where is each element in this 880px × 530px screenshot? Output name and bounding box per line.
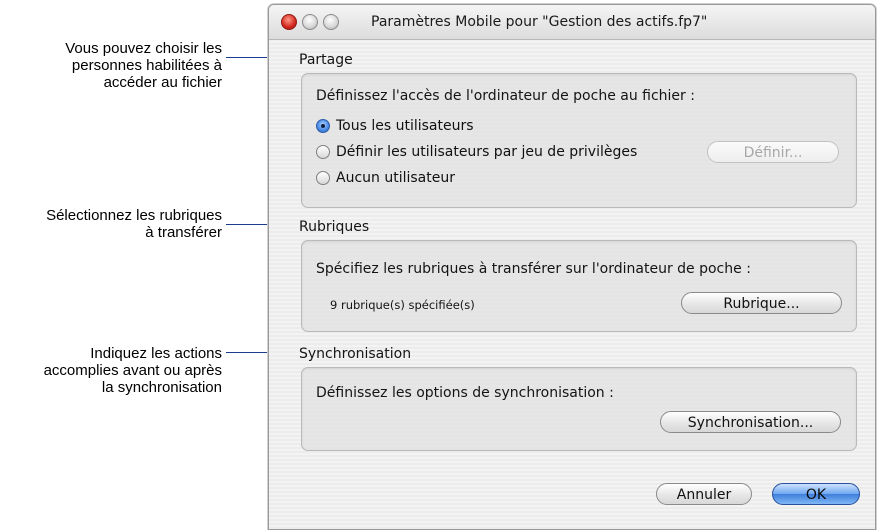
sharing-prompt: Définissez l'accès de l'ordinateur de po… xyxy=(316,88,695,104)
fields-count: 9 rubrique(s) spécifiée(s) xyxy=(330,298,475,312)
callout-line-text: Indiquez les actions xyxy=(90,345,222,362)
radio-button[interactable] xyxy=(316,171,330,185)
window-title: Paramètres Mobile pour "Gestion des acti… xyxy=(371,14,708,30)
radio-label: Définir les utilisateurs par jeu de priv… xyxy=(336,144,638,160)
sync-groupbox: Définissez les options de synchronisatio… xyxy=(301,367,857,451)
zoom-window-icon[interactable] xyxy=(323,14,339,30)
sharing-section-label: Partage xyxy=(299,52,353,68)
radio-privilege-set[interactable]: Définir les utilisateurs par jeu de priv… xyxy=(316,142,637,162)
minimize-window-icon[interactable] xyxy=(302,14,318,30)
callout-line-text: personnes habilitées à xyxy=(71,57,222,74)
sync-prompt: Définissez les options de synchronisatio… xyxy=(316,385,614,401)
window-content: Partage Définissez l'accès de l'ordinate… xyxy=(269,41,875,529)
radio-button-selected[interactable] xyxy=(316,119,330,133)
define-button[interactable]: Définir... xyxy=(707,141,839,163)
callout-line-text: la synchronisation xyxy=(101,379,222,396)
sharing-groupbox: Définissez l'accès de l'ordinateur de po… xyxy=(301,73,857,208)
fields-groupbox: Spécifiez les rubriques à transférer sur… xyxy=(301,240,857,332)
callout-line-text: accomplies avant ou après xyxy=(43,362,222,379)
radio-label: Aucun utilisateur xyxy=(336,170,455,186)
callout-line-text: Sélectionnez les rubriques xyxy=(46,207,222,224)
title-bar[interactable]: Paramètres Mobile pour "Gestion des acti… xyxy=(269,5,875,40)
callout-sharing: Vous pouvez choisir les personnes habili… xyxy=(65,40,222,91)
fields-prompt: Spécifiez les rubriques à transférer sur… xyxy=(316,261,751,277)
settings-window: Paramètres Mobile pour "Gestion des acti… xyxy=(268,4,876,530)
fields-button[interactable]: Rubrique... xyxy=(681,292,842,314)
fields-section-label: Rubriques xyxy=(299,219,370,235)
radio-button[interactable] xyxy=(316,145,330,159)
callout-sync: Indiquez les actions accomplies avant ou… xyxy=(44,345,222,396)
radio-no-user[interactable]: Aucun utilisateur xyxy=(316,168,455,188)
radio-all-users[interactable]: Tous les utilisateurs xyxy=(316,116,474,136)
close-window-icon[interactable] xyxy=(281,14,297,30)
sync-button[interactable]: Synchronisation... xyxy=(660,411,841,433)
sync-section-label: Synchronisation xyxy=(299,346,412,362)
ok-button[interactable]: OK xyxy=(772,483,860,505)
callout-line-text: Vous pouvez choisir les xyxy=(65,40,222,57)
callout-fields: Sélectionnez les rubriques à transférer xyxy=(46,207,222,241)
callout-line-text: accéder au fichier xyxy=(103,74,222,91)
callout-line-text: à transférer xyxy=(145,224,222,241)
cancel-button[interactable]: Annuler xyxy=(656,483,752,505)
radio-label: Tous les utilisateurs xyxy=(336,118,474,134)
